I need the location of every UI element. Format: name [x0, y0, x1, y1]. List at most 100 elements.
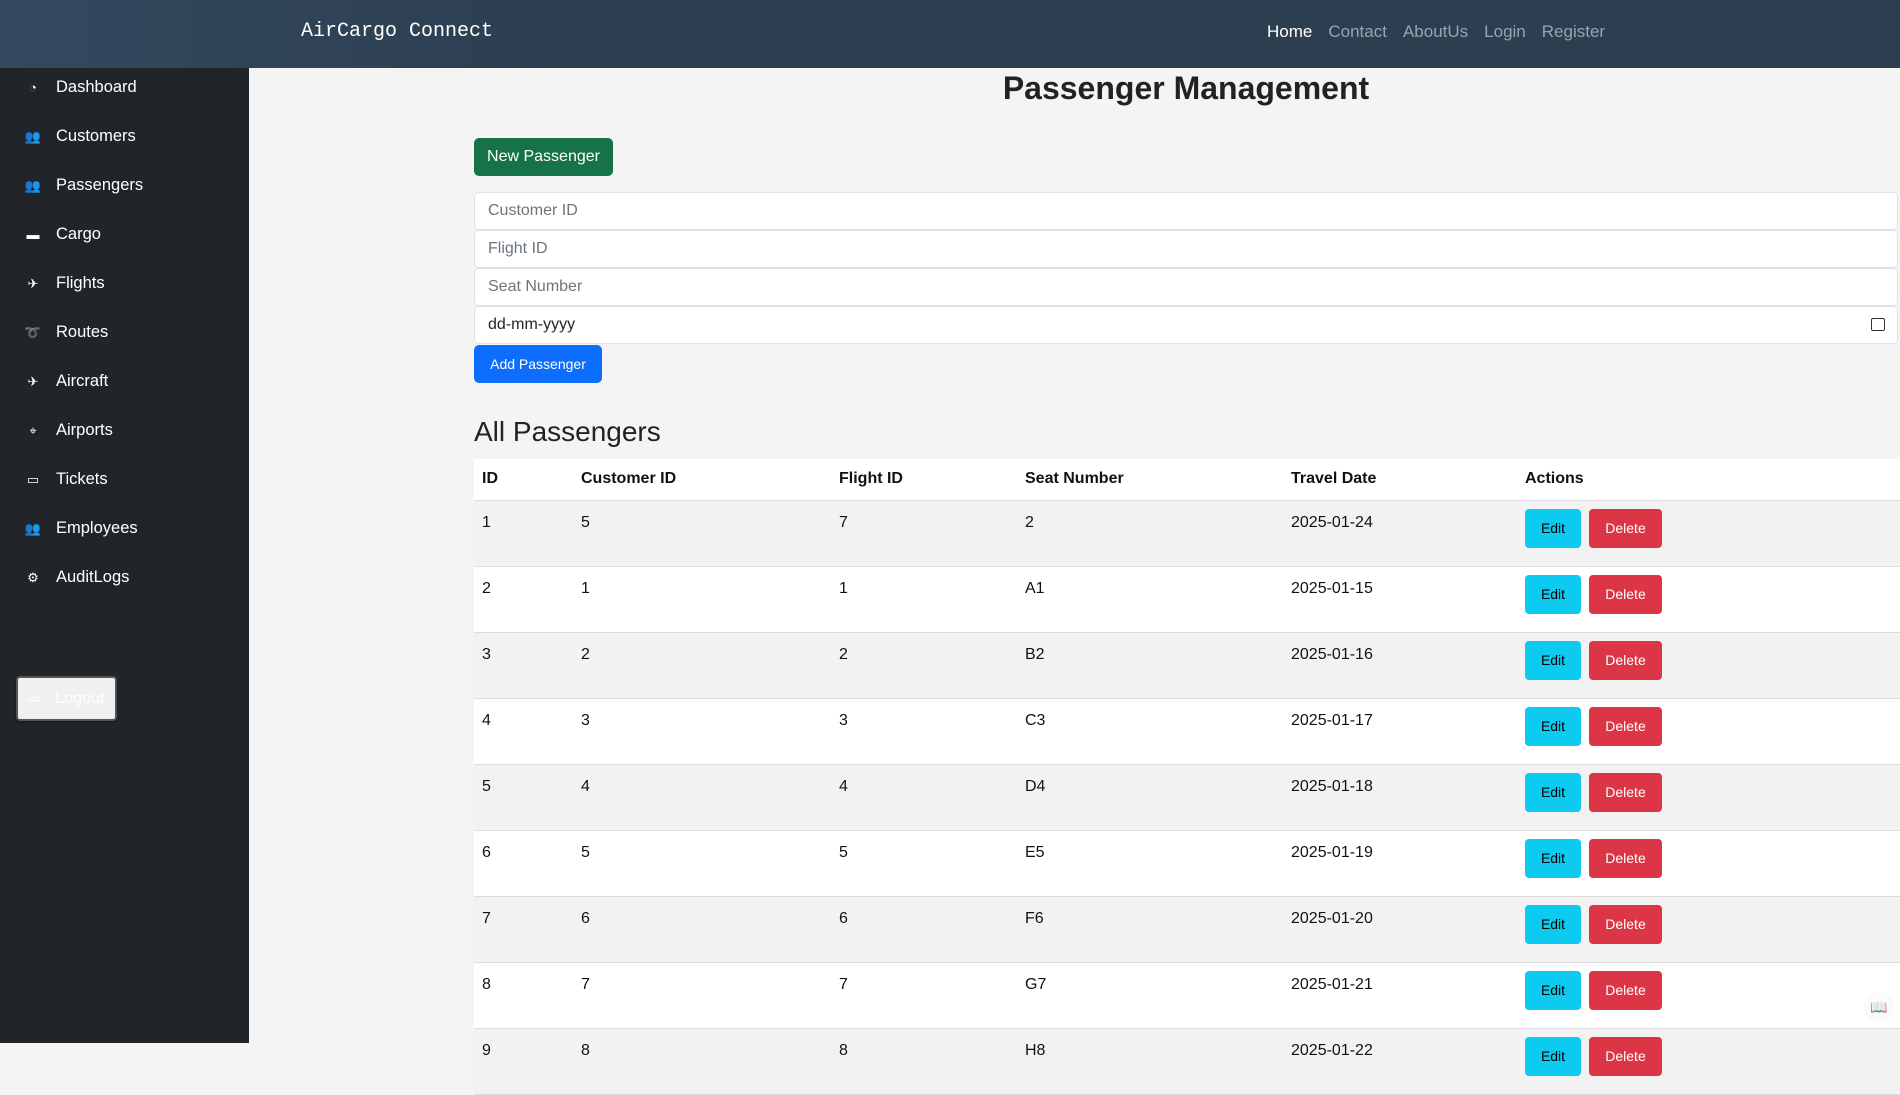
sidebar-item-label: Cargo	[56, 225, 101, 243]
sidebar-item-airports[interactable]: ⌖ Airports	[24, 421, 113, 440]
brand-logo[interactable]: AirCargo Connect	[301, 20, 493, 43]
table-cell: 1	[831, 566, 1017, 633]
edit-button[interactable]: Edit	[1525, 706, 1581, 746]
top-navbar: AirCargo Connect Home Contact AboutUs Lo…	[0, 0, 1900, 68]
logout-icon: ⇨	[28, 690, 42, 708]
table-cell: H8	[1017, 1028, 1283, 1095]
table-cell: G7	[1017, 962, 1283, 1029]
logout-button[interactable]: ⇨ Logout	[16, 676, 117, 721]
table-cell: 2025-01-20	[1283, 896, 1517, 963]
delete-button[interactable]: Delete	[1589, 1036, 1662, 1076]
table-cell: 5	[474, 764, 573, 831]
top-nav: Home Contact AboutUs Login Register	[1267, 22, 1605, 42]
reader-icon[interactable]: 📖	[1864, 992, 1894, 1022]
sidebar-item-cargo[interactable]: ▬ Cargo	[24, 225, 101, 244]
table-cell: 5	[831, 830, 1017, 897]
users-icon: 👥	[24, 520, 42, 536]
delete-button[interactable]: Delete	[1589, 904, 1662, 944]
nav-contact[interactable]: Contact	[1328, 22, 1387, 42]
table-cell: 3	[831, 698, 1017, 765]
delete-button[interactable]: Delete	[1589, 574, 1662, 614]
customer-id-input[interactable]: Customer ID	[474, 192, 1898, 230]
column-header: Actions	[1517, 459, 1900, 501]
table-cell: 2025-01-22	[1283, 1028, 1517, 1095]
sidebar-item-label: Employees	[56, 519, 138, 537]
sidebar-item-tickets[interactable]: ▭ Tickets	[24, 470, 108, 489]
table-cell: 2025-01-17	[1283, 698, 1517, 765]
table-cell: 6	[474, 830, 573, 897]
delete-button[interactable]: Delete	[1589, 970, 1662, 1010]
travel-date-input[interactable]: dd-mm-yyyy	[474, 306, 1898, 344]
edit-button[interactable]: Edit	[1525, 508, 1581, 548]
sidebar-item-passengers[interactable]: 👥 Passengers	[24, 176, 143, 195]
column-header: Seat Number	[1017, 459, 1283, 501]
actions-cell: Edit Delete	[1517, 962, 1900, 1029]
delete-button[interactable]: Delete	[1589, 838, 1662, 878]
table-cell: 8	[831, 1028, 1017, 1095]
nav-home[interactable]: Home	[1267, 22, 1312, 42]
table-cell: 2	[474, 566, 573, 633]
table-cell: D4	[1017, 764, 1283, 831]
table-cell: 9	[474, 1028, 573, 1095]
nav-login[interactable]: Login	[1484, 22, 1526, 42]
edit-button[interactable]: Edit	[1525, 1036, 1581, 1076]
actions-cell: Edit Delete	[1517, 698, 1900, 765]
section-title: All Passengers	[474, 416, 661, 447]
table-cell: 7	[474, 896, 573, 963]
nav-aboutus[interactable]: AboutUs	[1403, 22, 1468, 42]
sidebar-item-aircraft[interactable]: ✈ Aircraft	[24, 372, 109, 391]
edit-button[interactable]: Edit	[1525, 574, 1581, 614]
delete-button[interactable]: Delete	[1589, 640, 1662, 680]
flight-id-input[interactable]: Flight ID	[474, 230, 1898, 268]
table-row: 8 7 7 G7 2025-01-21 Edit Delete	[474, 962, 1900, 1029]
new-passenger-button[interactable]: New Passenger	[474, 138, 613, 176]
edit-button[interactable]: Edit	[1525, 904, 1581, 944]
delete-button[interactable]: Delete	[1589, 706, 1662, 746]
table-cell: 8	[474, 962, 573, 1029]
sidebar-item-flights[interactable]: ✈ Flights	[24, 274, 105, 293]
sidebar-item-employees[interactable]: 👥 Employees	[24, 519, 138, 538]
table-cell: 2	[1017, 500, 1283, 567]
table-cell: 2025-01-21	[1283, 962, 1517, 1029]
delete-button[interactable]: Delete	[1589, 772, 1662, 812]
sidebar-item-auditlogs[interactable]: ⚙ AuditLogs	[24, 568, 129, 587]
plane-icon: ✈	[27, 275, 39, 291]
edit-button[interactable]: Edit	[1525, 838, 1581, 878]
table-cell: B2	[1017, 632, 1283, 699]
calendar-icon[interactable]	[1871, 318, 1885, 331]
table-cell: 2	[573, 632, 831, 699]
sidebar-item-label: AuditLogs	[56, 568, 130, 586]
table-cell: 7	[831, 500, 1017, 567]
route-icon: ➰	[24, 324, 42, 340]
sidebar-item-label: Routes	[56, 323, 109, 341]
table-cell: 4	[474, 698, 573, 765]
passengers-table: ID Customer ID Flight ID Seat Number Travel …	[474, 459, 1900, 1095]
table-row: 9 8 8 H8 2025-01-22 Edit Delete	[474, 1028, 1900, 1095]
edit-button[interactable]: Edit	[1525, 970, 1581, 1010]
table-cell: 7	[573, 962, 831, 1029]
gear-icon: ⚙	[27, 569, 39, 585]
column-header: ID	[474, 459, 573, 501]
delete-button[interactable]: Delete	[1589, 508, 1662, 548]
sidebar-item-customers[interactable]: 👥 Customers	[24, 127, 136, 146]
users-icon: 👥	[24, 177, 42, 193]
table-cell: 2025-01-19	[1283, 830, 1517, 897]
sidebar-item-label: Dashboard	[56, 78, 137, 96]
sidebar-item-routes[interactable]: ➰ Routes	[24, 323, 108, 342]
seat-number-input[interactable]: Seat Number	[474, 268, 1898, 306]
edit-button[interactable]: Edit	[1525, 772, 1581, 812]
table-cell: 3	[573, 698, 831, 765]
sidebar-item-label: Passengers	[56, 176, 144, 194]
sidebar-item-label: Tickets	[56, 470, 108, 488]
table-cell: 6	[831, 896, 1017, 963]
add-passenger-button[interactable]: Add Passenger	[474, 345, 602, 383]
table-cell: 1	[474, 500, 573, 567]
actions-cell: Edit Delete	[1517, 500, 1900, 567]
sidebar-item-label: Flights	[56, 274, 105, 292]
sidebar-item-dashboard[interactable]: ◔ Dashboard	[24, 78, 137, 97]
table-cell: F6	[1017, 896, 1283, 963]
users-icon: 👥	[24, 128, 42, 144]
nav-register[interactable]: Register	[1542, 22, 1605, 42]
table-row: 7 6 6 F6 2025-01-20 Edit Delete	[474, 896, 1900, 963]
edit-button[interactable]: Edit	[1525, 640, 1581, 680]
